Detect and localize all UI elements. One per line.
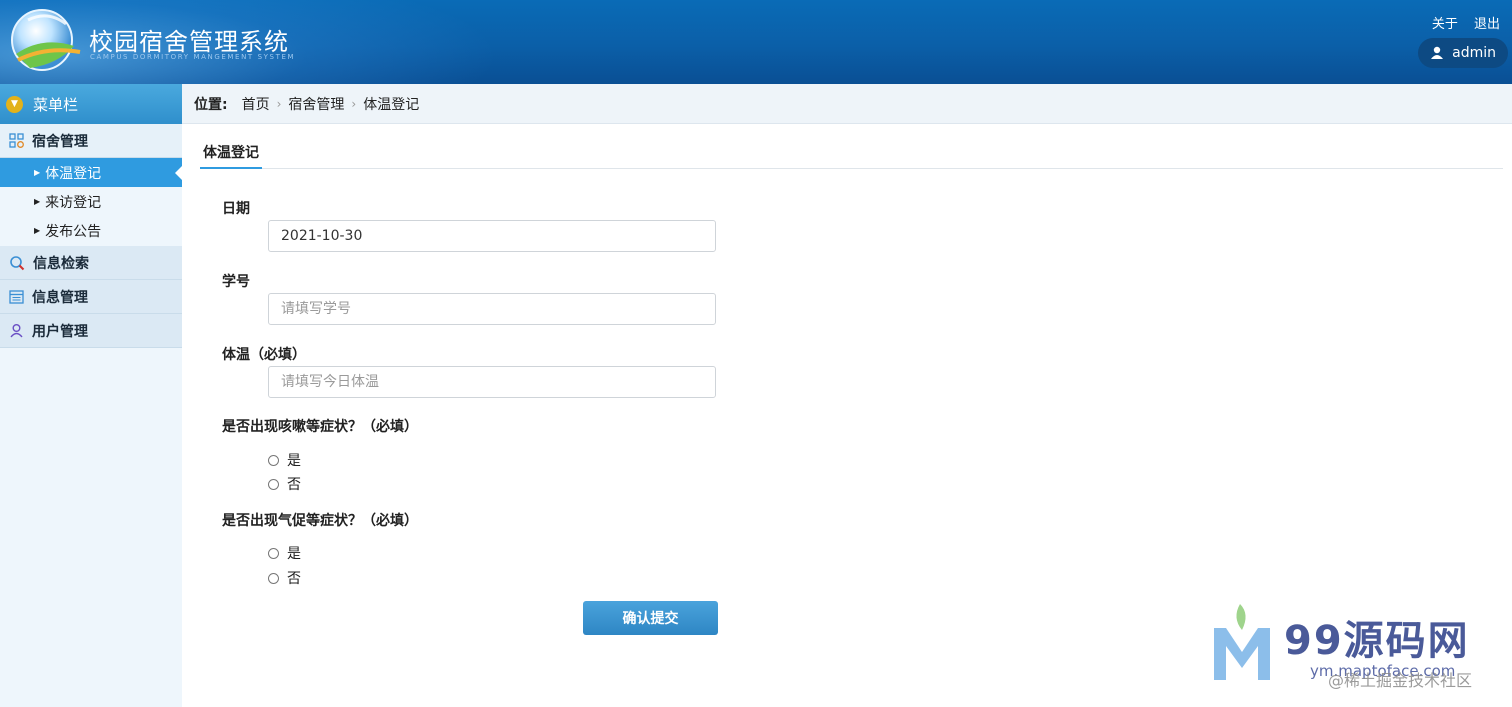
date-input[interactable] (268, 220, 716, 252)
sidebar-item-notice[interactable]: ▶ 发布公告 (0, 216, 182, 245)
menu-title: 菜单栏 (33, 95, 79, 114)
sidebar-item-label: 发布公告 (45, 223, 102, 240)
logout-link[interactable]: 退出 (1474, 17, 1500, 32)
radio-circle (268, 478, 279, 490)
breadcrumb-dorm[interactable]: 宿舍管理 (288, 94, 344, 114)
breadcrumb: 位置: 首页 › 宿舍管理 › 体温登记 (182, 84, 1512, 124)
cough-question-label: 是否出现咳嗽等症状？（必填） (222, 419, 418, 435)
breadcrumb-current: 体温登记 (363, 96, 420, 113)
sidebar-group-search[interactable]: 信息检索 (0, 246, 182, 280)
list-icon (9, 289, 24, 304)
top-links: 关于 退出 (1420, 13, 1500, 32)
cough-no-radio[interactable]: 否 (268, 474, 301, 494)
breath-question-label: 是否出现气促等症状？（必填） (222, 513, 418, 529)
cough-yes-radio[interactable]: 是 (268, 450, 301, 470)
logo-globe-icon (11, 9, 81, 71)
student-id-label: 学号 (222, 274, 250, 290)
breadcrumb-home[interactable]: 首页 (242, 94, 270, 114)
radio-circle (268, 572, 279, 584)
submit-button[interactable]: 确认提交 (583, 601, 718, 635)
radio-circle (268, 454, 279, 466)
sidebar-group-label: 信息检索 (33, 255, 89, 272)
radio-label: 是 (287, 453, 301, 469)
radio-label: 否 (287, 477, 301, 493)
user-icon (10, 324, 23, 338)
app-header: 校园宿舍管理系统 CAMPUS DORMITORY MANGEMENT SYST… (0, 0, 1512, 84)
watermark-logo-icon (1214, 604, 1270, 680)
caret-right-icon: ▶ (34, 197, 41, 206)
menu-header[interactable]: ▼ 菜单栏 (0, 84, 182, 124)
sidebar: ▼ 菜单栏 宿舍管理 ▶ 体温登记 ▶ 来访登记 ▶ 发布公告 信息检索 信息管… (0, 84, 182, 707)
breath-yes-radio[interactable]: 是 (268, 543, 301, 563)
breath-no-radio[interactable]: 否 (268, 568, 301, 588)
watermark-brand: 99源码网 (1284, 618, 1470, 664)
sidebar-item-temperature[interactable]: ▶ 体温登记 (0, 158, 182, 187)
sidebar-group-label: 信息管理 (32, 289, 88, 306)
sidebar-group-dorm[interactable]: 宿舍管理 (0, 124, 182, 158)
menu-toggle-icon: ▼ (6, 95, 23, 113)
about-link[interactable]: 关于 (1432, 17, 1458, 32)
tab-temperature[interactable]: 体温登记 (200, 143, 262, 169)
grid-icon (9, 133, 24, 148)
app-title: 校园宿舍管理系统 (89, 28, 289, 56)
caret-right-icon: ▶ (34, 168, 41, 177)
search-icon (10, 255, 25, 270)
sidebar-item-label: 体温登记 (45, 165, 102, 182)
radio-label: 否 (287, 571, 301, 587)
sidebar-group-label: 用户管理 (32, 323, 88, 340)
chevron-right-icon: › (276, 96, 282, 111)
temperature-label: 体温（必填） (222, 347, 306, 363)
radio-label: 是 (287, 546, 301, 562)
username: admin (1452, 45, 1496, 61)
radio-circle (268, 547, 279, 559)
sidebar-item-visitor[interactable]: ▶ 来访登记 (0, 187, 182, 216)
tab-bar: 体温登记 (200, 143, 1503, 169)
sidebar-group-label: 宿舍管理 (32, 133, 88, 150)
user-icon (1431, 46, 1444, 59)
watermark: 99源码网 ym.maptoface.com @稀土掘金技术社区 (1210, 600, 1510, 707)
watermark-credit: @稀土掘金技术社区 (1328, 671, 1473, 690)
student-id-input[interactable] (268, 293, 716, 325)
app-subtitle: CAMPUS DORMITORY MANGEMENT SYSTEM (90, 53, 296, 61)
user-badge[interactable]: admin (1418, 38, 1508, 68)
date-label: 日期 (222, 201, 250, 217)
temperature-input[interactable] (268, 366, 716, 398)
breadcrumb-label: 位置: (194, 96, 228, 113)
caret-right-icon: ▶ (34, 226, 41, 235)
chevron-right-icon: › (351, 96, 357, 111)
sidebar-group-info[interactable]: 信息管理 (0, 280, 182, 314)
sidebar-item-label: 来访登记 (45, 194, 102, 211)
sidebar-group-users[interactable]: 用户管理 (0, 314, 182, 348)
